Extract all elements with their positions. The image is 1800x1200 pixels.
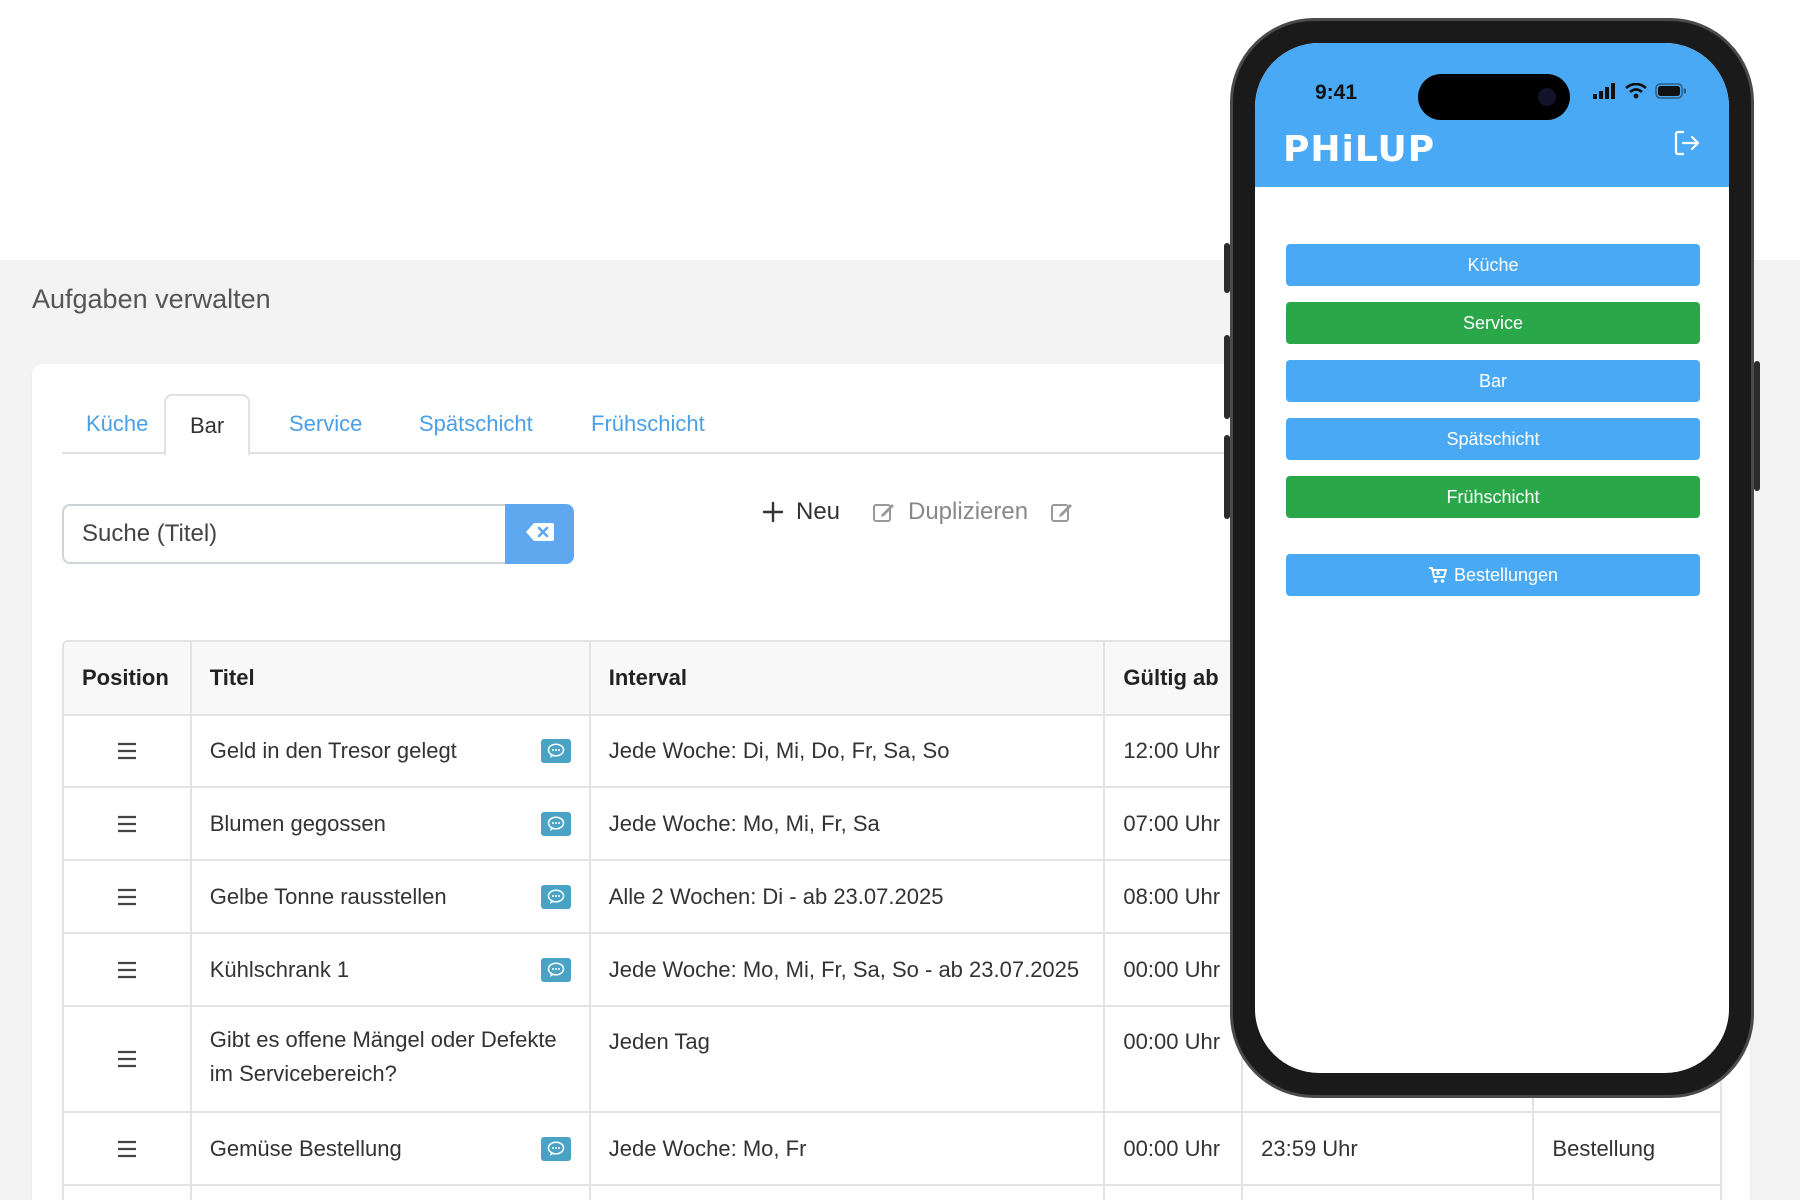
phone-screen: 9:41 PHiLUP Küche Service Bar Spätschich… — [1255, 43, 1729, 1073]
interval-cell: Jede Woche: Di, Mi, Do, Fr, Sa, So — [588, 716, 1104, 786]
header-valid-from[interactable]: Gültig ab — [1103, 642, 1241, 714]
app-header: 9:41 PHiLUP — [1255, 43, 1729, 187]
page-title: Aufgaben verwalten — [32, 284, 271, 314]
title-cell: Kühlschrank 1 — [189, 934, 589, 1005]
dynamic-island — [1418, 74, 1570, 120]
plus-icon — [762, 501, 784, 523]
comment-icon[interactable] — [540, 1136, 571, 1161]
mobile-button-spaetschicht[interactable]: Spätschicht — [1286, 418, 1700, 460]
position-cell — [64, 934, 190, 1005]
valid-from-cell: 08:00 Uhr — [1103, 861, 1241, 932]
valid-from-cell — [1103, 1186, 1241, 1200]
task-title: Gibt es offene Mängel oder Defekte im Se… — [209, 1027, 557, 1086]
table-row[interactable] — [64, 1184, 1720, 1200]
logout-icon — [1673, 130, 1701, 161]
mobile-button-fruehschicht[interactable]: Frühschicht — [1286, 476, 1700, 518]
title-cell: Geld in den Tresor gelegt — [189, 716, 589, 786]
valid-from-cell: 00:00 Uhr — [1103, 934, 1241, 1005]
drag-handle-icon[interactable] — [117, 888, 137, 906]
wifi-icon — [1625, 82, 1647, 104]
mobile-button-bar[interactable]: Bar — [1286, 360, 1700, 402]
header-position[interactable]: Position — [64, 642, 190, 714]
search-input[interactable] — [62, 504, 505, 564]
task-title: Gemüse Bestellung — [209, 1135, 402, 1161]
mobile-button-service[interactable]: Service — [1286, 302, 1700, 344]
phone-frame: 9:41 PHiLUP Küche Service Bar Spätschich… — [1224, 18, 1760, 1098]
drag-handle-icon[interactable] — [117, 1140, 137, 1158]
duplicate-task-button[interactable]: Duplizieren — [872, 492, 1028, 532]
new-task-label: Neu — [796, 498, 841, 525]
task-title: Blumen gegossen — [209, 810, 386, 836]
task-title: Geld in den Tresor gelegt — [209, 738, 457, 763]
signal-icon — [1593, 83, 1617, 104]
orders-label: Bestellungen — [1453, 564, 1559, 585]
tab-spaetschicht[interactable]: Spätschicht — [395, 394, 557, 454]
position-cell — [64, 1113, 190, 1184]
tab-kueche[interactable]: Küche — [62, 394, 172, 454]
phone-mute-switch — [1224, 243, 1230, 293]
comment-icon[interactable] — [540, 884, 571, 909]
drag-handle-icon[interactable] — [117, 961, 137, 979]
position-cell — [64, 1186, 190, 1200]
interval-cell — [588, 1186, 1104, 1200]
comment-icon[interactable] — [540, 739, 571, 763]
task-title: Kühlschrank 1 — [209, 956, 350, 982]
interval-cell: Alle 2 Wochen: Di - ab 23.07.2025 — [588, 861, 1104, 932]
backspace-icon — [525, 522, 555, 547]
drag-handle-icon[interactable] — [117, 742, 137, 760]
valid-until-cell: 23:59 Uhr — [1241, 1113, 1532, 1184]
status-time: 9:41 — [1315, 81, 1358, 104]
task-title: Gelbe Tonne rausstellen — [209, 883, 447, 909]
title-cell: Blumen gegossen — [189, 788, 589, 859]
phone-volume-down — [1224, 435, 1230, 519]
position-cell — [64, 861, 190, 932]
status-icons — [1593, 82, 1687, 104]
app-logo: PHiLUP — [1283, 129, 1436, 170]
position-cell — [64, 716, 190, 786]
phone-volume-up — [1224, 335, 1230, 419]
interval-cell: Jede Woche: Mo, Mi, Fr, Sa, So - ab 23.0… — [588, 934, 1104, 1005]
interval-cell: Jede Woche: Mo, Fr — [588, 1113, 1104, 1184]
title-cell: Gemüse Bestellung — [189, 1113, 589, 1184]
drag-handle-icon[interactable] — [117, 1050, 137, 1068]
header-interval[interactable]: Interval — [588, 642, 1104, 714]
valid-from-cell: 07:00 Uhr — [1103, 788, 1241, 859]
drag-handle-icon[interactable] — [117, 815, 137, 833]
interval-cell: Jede Woche: Mo, Mi, Fr, Sa — [588, 788, 1104, 859]
battery-icon — [1655, 83, 1687, 104]
header-title[interactable]: Titel — [189, 642, 589, 714]
tab-service[interactable]: Service — [265, 394, 386, 454]
valid-from-cell: 12:00 Uhr — [1103, 716, 1241, 786]
tab-fruehschicht[interactable]: Frühschicht — [567, 394, 729, 454]
position-cell — [64, 788, 190, 859]
valid-from-cell: 00:00 Uhr — [1103, 1007, 1241, 1111]
edit-icon — [1050, 500, 1074, 524]
interval-cell: Jeden Tag — [588, 1007, 1104, 1111]
title-cell: Gibt es offene Mängel oder Defekte im Se… — [189, 1007, 589, 1111]
logout-button[interactable] — [1673, 129, 1701, 162]
camera-icon — [1538, 88, 1556, 106]
new-task-button[interactable]: Neu — [762, 492, 840, 532]
type-cell: Bestellung — [1532, 1113, 1720, 1184]
title-cell — [189, 1186, 589, 1200]
mobile-button-kueche[interactable]: Küche — [1286, 244, 1700, 286]
tab-bar[interactable]: Bar — [164, 394, 251, 456]
clear-search-button[interactable] — [505, 504, 574, 564]
type-cell — [1532, 1186, 1720, 1200]
table-row[interactable]: Gemüse Bestellung Jede Woche: Mo, Fr 00:… — [64, 1111, 1720, 1184]
comment-icon[interactable] — [540, 957, 571, 982]
phone-power-button — [1754, 361, 1760, 491]
comment-icon[interactable] — [540, 811, 571, 836]
search-group — [62, 504, 574, 564]
edit-task-button[interactable] — [1050, 492, 1086, 532]
edit-icon — [872, 500, 896, 524]
title-cell: Gelbe Tonne rausstellen — [189, 861, 589, 932]
cart-icon — [1428, 566, 1448, 584]
orders-button[interactable]: Bestellungen — [1286, 554, 1700, 596]
position-cell — [64, 1007, 190, 1111]
duplicate-task-label: Duplizieren — [908, 498, 1029, 525]
valid-from-cell: 00:00 Uhr — [1103, 1113, 1241, 1184]
valid-until-cell — [1241, 1186, 1532, 1200]
